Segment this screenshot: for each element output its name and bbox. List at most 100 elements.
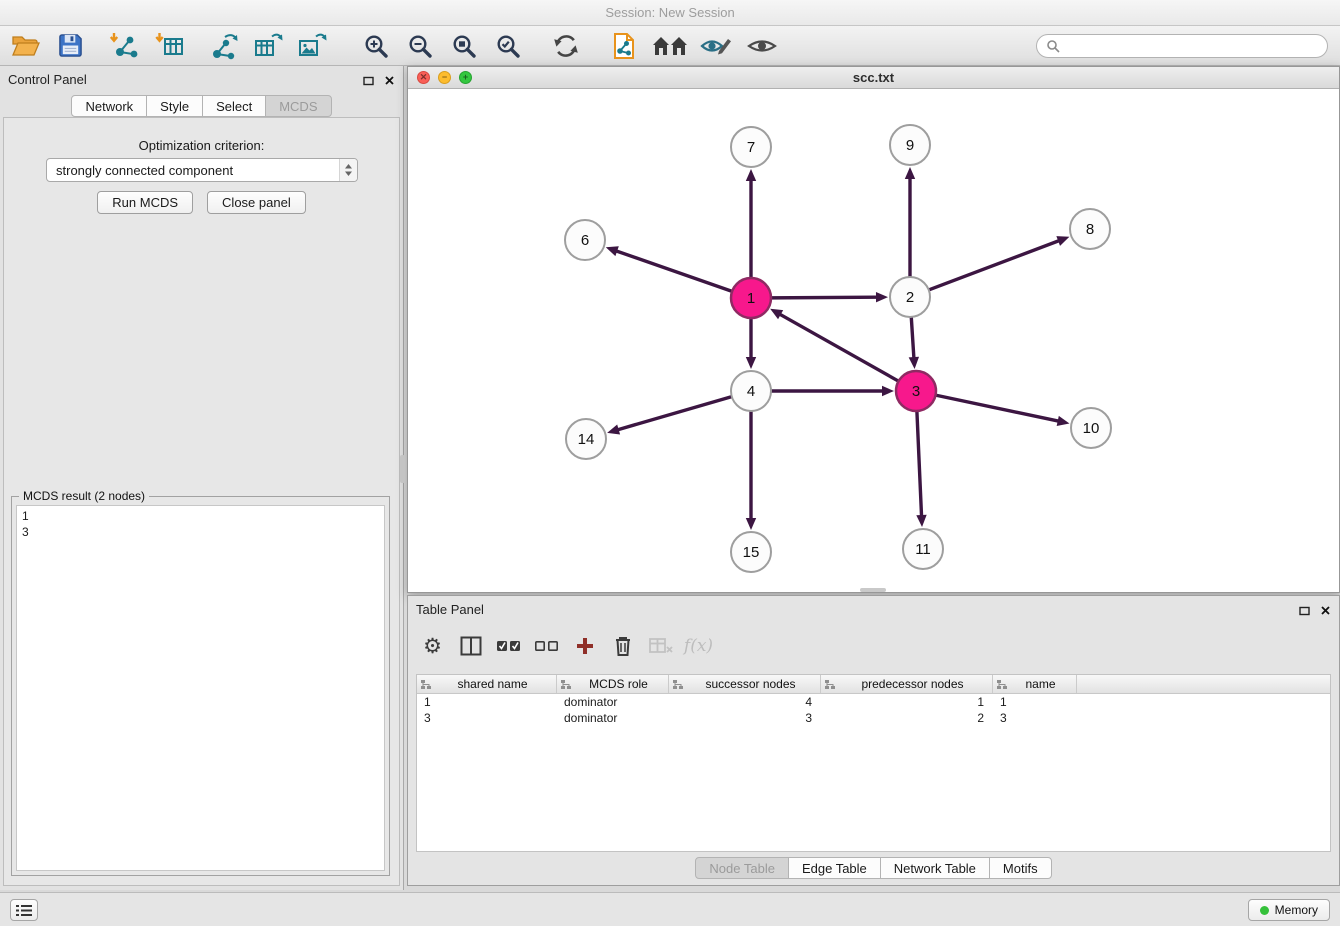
splitter-handle[interactable] bbox=[400, 455, 405, 483]
column-header-successor-nodes[interactable]: successor nodes bbox=[669, 675, 821, 693]
export-network-button[interactable] bbox=[206, 30, 242, 62]
tab-select[interactable]: Select bbox=[202, 95, 266, 117]
delete-column-button[interactable] bbox=[606, 631, 639, 661]
graph-node-10[interactable]: 10 bbox=[1071, 408, 1111, 448]
graph-edge-3-11[interactable] bbox=[917, 411, 922, 515]
network-from-clipboard-button[interactable] bbox=[606, 30, 642, 62]
graph-node-8[interactable]: 8 bbox=[1070, 209, 1110, 249]
tab-motifs[interactable]: Motifs bbox=[989, 857, 1052, 879]
apply-layout-button[interactable] bbox=[548, 30, 584, 62]
table-cell: 1 bbox=[417, 695, 557, 709]
table-panel-header: Table Panel bbox=[408, 596, 1339, 622]
graph-edge-1-2[interactable] bbox=[771, 297, 876, 298]
table-row[interactable]: 1dominator411 bbox=[417, 694, 1330, 710]
unselect-all-columns-button[interactable] bbox=[530, 631, 563, 661]
graph-edge-4-14[interactable] bbox=[619, 397, 732, 430]
eye-pen-icon bbox=[700, 34, 732, 58]
zoom-fit-button[interactable] bbox=[446, 30, 482, 62]
graph-node-14[interactable]: 14 bbox=[566, 419, 606, 459]
select-all-columns-button[interactable] bbox=[492, 631, 525, 661]
close-window-button[interactable]: ✕ bbox=[417, 71, 430, 84]
float-table-panel-button[interactable] bbox=[1299, 603, 1310, 621]
export-table-button[interactable] bbox=[250, 30, 286, 62]
criterion-select[interactable]: strongly connected component bbox=[46, 158, 358, 182]
show-columns-button[interactable] bbox=[454, 631, 487, 661]
graph-node-11[interactable]: 11 bbox=[903, 529, 943, 569]
graph-edge-3-10[interactable] bbox=[936, 395, 1058, 421]
graph-edge-1-6[interactable] bbox=[617, 251, 732, 291]
network-window-title: scc.txt bbox=[853, 70, 894, 85]
mcds-result-list[interactable]: 13 bbox=[16, 505, 385, 871]
graph-arrowhead bbox=[876, 292, 888, 302]
app-window: Session: New Session bbox=[0, 0, 1340, 926]
graph-edge-3-1[interactable] bbox=[781, 315, 899, 381]
network-window-titlebar[interactable]: ✕ − + scc.txt bbox=[408, 67, 1339, 89]
search-box[interactable] bbox=[1036, 34, 1328, 58]
table-settings-button[interactable]: ⚙ bbox=[416, 631, 449, 661]
graph-node-15[interactable]: 15 bbox=[731, 532, 771, 572]
tab-network-table[interactable]: Network Table bbox=[880, 857, 990, 879]
export-image-button[interactable] bbox=[294, 30, 330, 62]
graph-edge-2-8[interactable] bbox=[929, 241, 1058, 290]
graph-node-7[interactable]: 7 bbox=[731, 127, 771, 167]
graph-arrowhead bbox=[1056, 236, 1069, 246]
save-session-button[interactable] bbox=[52, 30, 88, 62]
column-header-predecessor-nodes[interactable]: predecessor nodes bbox=[821, 675, 993, 693]
zoom-selected-button[interactable] bbox=[490, 30, 526, 62]
close-table-panel-button[interactable] bbox=[1320, 603, 1331, 621]
close-panel-action-button[interactable]: Close panel bbox=[207, 191, 306, 214]
import-network-button[interactable] bbox=[106, 30, 142, 62]
unchecked-boxes-icon bbox=[534, 637, 560, 655]
open-session-button[interactable] bbox=[8, 30, 44, 62]
zoom-out-button[interactable] bbox=[402, 30, 438, 62]
create-column-button[interactable] bbox=[568, 631, 601, 661]
graph-edge-2-3[interactable] bbox=[911, 317, 914, 357]
tab-edge-table[interactable]: Edge Table bbox=[788, 857, 881, 879]
tab-node-table[interactable]: Node Table bbox=[695, 857, 789, 879]
graph-arrowhead bbox=[746, 357, 756, 369]
column-header-MCDS-role[interactable]: MCDS role bbox=[557, 675, 669, 693]
show-panel-menu-button[interactable] bbox=[10, 899, 38, 921]
first-neighbors-button[interactable] bbox=[652, 30, 688, 62]
graph-node-9[interactable]: 9 bbox=[890, 125, 930, 165]
function-builder-button: f(x) bbox=[682, 631, 715, 661]
float-window-icon bbox=[1299, 606, 1310, 616]
column-header-shared-name[interactable]: shared name bbox=[417, 675, 557, 693]
graph-node-1[interactable]: 1 bbox=[731, 278, 771, 318]
tab-mcds[interactable]: MCDS bbox=[265, 95, 331, 117]
plus-icon bbox=[575, 636, 595, 656]
hide-selected-button[interactable] bbox=[698, 30, 734, 62]
minimize-window-button[interactable]: − bbox=[438, 71, 451, 84]
network-canvas[interactable]: 7 9 6 8 1 2 4 3 10 14 15 11 bbox=[408, 89, 1339, 592]
table-panel: Table Panel ⚙ f(x) shared nameMCDS roles… bbox=[407, 595, 1340, 886]
tab-style[interactable]: Style bbox=[146, 95, 203, 117]
maximize-window-button[interactable]: + bbox=[459, 71, 472, 84]
search-input[interactable] bbox=[1065, 38, 1318, 53]
table-row[interactable]: 3dominator323 bbox=[417, 710, 1330, 726]
close-panel-button[interactable] bbox=[384, 73, 395, 91]
fx-icon: f(x) bbox=[684, 636, 713, 656]
graph-node-4[interactable]: 4 bbox=[731, 371, 771, 411]
window-titlebar[interactable]: Session: New Session bbox=[0, 0, 1340, 26]
table-panel-title: Table Panel bbox=[416, 602, 484, 617]
show-graphics-details-button[interactable] bbox=[744, 30, 780, 62]
zoom-in-button[interactable] bbox=[358, 30, 394, 62]
tab-network[interactable]: Network bbox=[71, 95, 147, 117]
graph-node-3[interactable]: 3 bbox=[896, 371, 936, 411]
table-cell: 2 bbox=[821, 711, 993, 725]
table-header-row: shared nameMCDS rolesuccessor nodesprede… bbox=[417, 675, 1330, 694]
window-title: Session: New Session bbox=[605, 5, 734, 20]
clipboard-network-icon bbox=[611, 32, 637, 60]
eye-icon bbox=[747, 35, 777, 57]
column-header-name[interactable]: name bbox=[993, 675, 1077, 693]
network-graph[interactable]: 7 9 6 8 1 2 4 3 10 14 15 11 bbox=[408, 89, 1339, 592]
import-table-button[interactable] bbox=[152, 30, 188, 62]
run-mcds-button[interactable]: Run MCDS bbox=[97, 191, 193, 214]
float-panel-button[interactable] bbox=[363, 73, 374, 91]
zoom-fit-icon bbox=[451, 33, 477, 59]
window-resize-grip[interactable] bbox=[860, 588, 886, 592]
memory-button[interactable]: Memory bbox=[1248, 899, 1330, 921]
graph-node-6[interactable]: 6 bbox=[565, 220, 605, 260]
zoom-in-icon bbox=[363, 33, 389, 59]
graph-node-2[interactable]: 2 bbox=[890, 277, 930, 317]
